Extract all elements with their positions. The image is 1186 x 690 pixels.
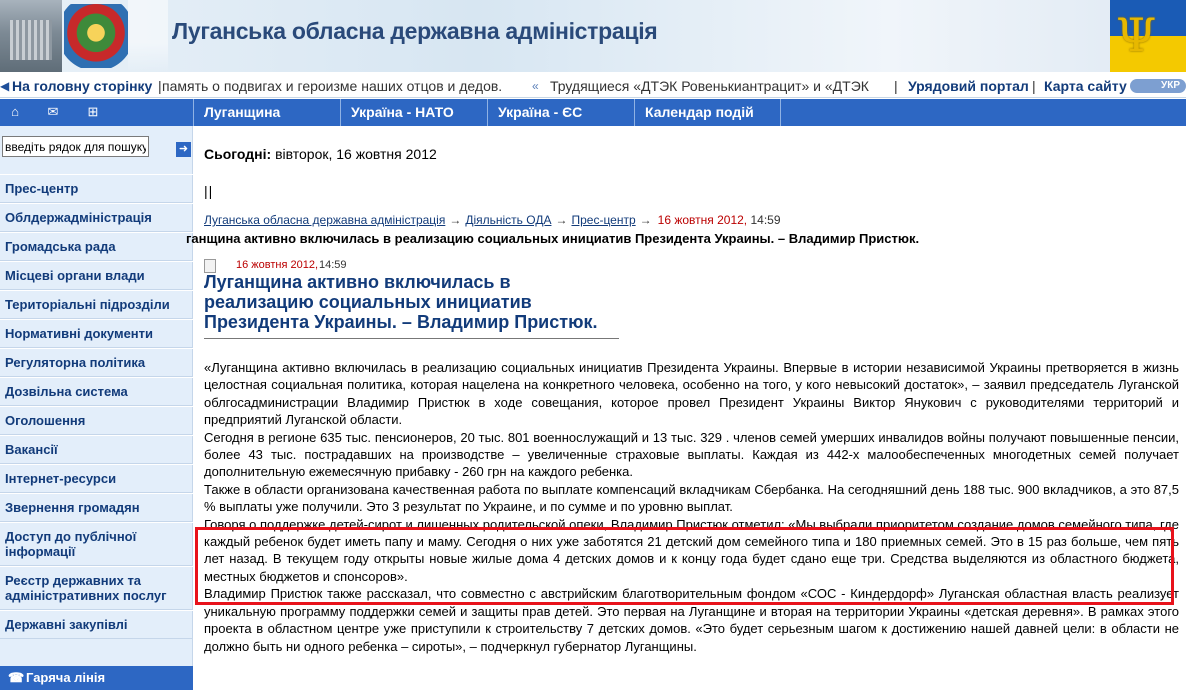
ticker-bar: ◀ На головну сторінку | память о подвига… (0, 74, 1186, 98)
mail-icon[interactable]: ✉ (44, 103, 62, 121)
home-icon[interactable]: ⌂ (6, 103, 24, 121)
breadcrumb-link-press[interactable]: Прес-центр (571, 213, 635, 227)
article-date: 16 жовтня 2012, (236, 259, 319, 271)
breadcrumb-link-home[interactable]: Луганська обласна державна адміністрація (204, 213, 445, 227)
article-paragraph: «Луганщина активно включилась в реализац… (204, 360, 1179, 428)
breadcrumb: Луганська обласна державна адміністрація… (204, 213, 781, 227)
ticker-message-2[interactable]: Трудящиеся «ДТЭК Ровенькиантрацит» и «ДТ… (550, 74, 869, 97)
breadcrumb-time: 14:59 (750, 213, 781, 227)
pipes-text: || (204, 183, 214, 199)
sidebar: ➜ Прес-центр Облдержадміністрація Громад… (0, 126, 193, 690)
sidebar-item-territorial-units[interactable]: Територіальні підрозділи (0, 290, 193, 319)
site-title: Луганська обласна державна адміністрація (172, 18, 658, 44)
page-headline: ганщина активно включилась в реализацию … (186, 231, 920, 246)
hotline-button[interactable]: ☎ Гаряча лінія (0, 666, 193, 690)
tab-ukraine-eu[interactable]: Україна - ЄС (487, 99, 634, 126)
building-photo (0, 0, 62, 72)
sidebar-item-public-information[interactable]: Доступ до публічної інформації (0, 522, 193, 566)
breadcrumb-arrow-icon: → (555, 213, 568, 227)
trident-icon: Ψ (1116, 8, 1157, 62)
sitemap-icon[interactable]: ⊞ (84, 103, 102, 121)
ticker-separator-icon: « (532, 79, 539, 93)
sidebar-item-regulatory-policy[interactable]: Регуляторна політика (0, 348, 193, 377)
sidebar-item-administration[interactable]: Облдержадміністрація (0, 203, 193, 232)
separator: | (1032, 78, 1036, 94)
nav-tabs: Луганщина Україна - НАТО Україна - ЄС Ка… (193, 99, 781, 126)
article-paragraph: Владимир Пристюк также рассказал, что со… (204, 586, 1179, 654)
language-switch[interactable]: УКР (1130, 79, 1186, 93)
breadcrumb-arrow-icon: → (449, 213, 462, 227)
today-value: вівторок, 16 жовтня 2012 (275, 146, 437, 162)
government-portal-link[interactable]: Урядовий портал (908, 74, 1029, 97)
article-time: 14:59 (319, 259, 347, 271)
article-body: «Луганщина активно включилась в реализац… (204, 359, 1179, 655)
article-paragraph: Также в области организована качественна… (204, 481, 1179, 515)
sidebar-item-announcements[interactable]: Оголошення (0, 406, 193, 435)
article-paragraph-highlighted: Говоря о поддержке детей-сирот и лишенны… (204, 516, 1179, 584)
ticker-message-1[interactable]: память о подвигах и героизме наших отцов… (162, 74, 502, 97)
sidebar-item-permit-system[interactable]: Дозвільна система (0, 377, 193, 406)
breadcrumb-link-activity[interactable]: Діяльність ОДА (465, 213, 551, 227)
search-input[interactable] (2, 136, 149, 157)
sidebar-item-local-authorities[interactable]: Місцеві органи влади (0, 261, 193, 290)
breadcrumb-date: 16 жовтня 2012, (657, 213, 748, 227)
phone-icon: ☎ (8, 670, 25, 685)
sidebar-item-services-registry[interactable]: Реєстр державних та адміністративних пос… (0, 566, 193, 610)
sidebar-item-normative-documents[interactable]: Нормативні документи (0, 319, 193, 348)
document-icon (204, 259, 216, 273)
sidebar-item-public-council[interactable]: Громадська рада (0, 232, 193, 261)
today-date: Сьогодні: вівторок, 16 жовтня 2012 (204, 146, 437, 162)
sidebar-item-citizen-appeals[interactable]: Звернення громадян (0, 493, 193, 522)
tab-ukraine-nato[interactable]: Україна - НАТО (340, 99, 487, 126)
arrow-icon: ◀ (0, 79, 10, 93)
sidebar-item-vacancies[interactable]: Вакансії (0, 435, 193, 464)
separator: | (894, 78, 898, 94)
hotline-label: Гаряча лінія (26, 670, 106, 685)
ribbon-decoration (128, 0, 168, 72)
tab-luhanshchyna[interactable]: Луганщина (193, 99, 340, 126)
sidebar-item-internet-resources[interactable]: Інтернет-ресурси (0, 464, 193, 493)
home-link[interactable]: На головну сторінку (12, 74, 152, 97)
article-paragraph: Сегодня в регионе 635 тыс. пенсионеров, … (204, 429, 1179, 480)
sidebar-item-procurement[interactable]: Державні закупівлі (0, 610, 193, 639)
sidebar-item-press-center[interactable]: Прес-центр (0, 174, 193, 203)
main-content: Сьогодні: вівторок, 16 жовтня 2012 || Лу… (186, 126, 1186, 690)
tab-events-calendar[interactable]: Календар подій (634, 99, 781, 126)
region-emblem-icon (64, 4, 128, 68)
search-go-icon[interactable]: ➜ (176, 142, 191, 157)
sitemap-link[interactable]: Карта сайту (1044, 74, 1127, 97)
quick-icons: ⌂ ✉ ⊞ (0, 99, 193, 126)
article-title: Луганщина активно включилась в реализаци… (204, 272, 619, 339)
breadcrumb-arrow-icon: → (639, 213, 652, 227)
sidebar-menu: Прес-центр Облдержадміністрація Громадсь… (0, 174, 193, 639)
today-label: Сьогодні: (204, 146, 272, 162)
top-navigation: ⌂ ✉ ⊞ Луганщина Україна - НАТО Україна -… (0, 99, 1186, 126)
header: Луганська обласна державна адміністрація… (0, 0, 1186, 72)
